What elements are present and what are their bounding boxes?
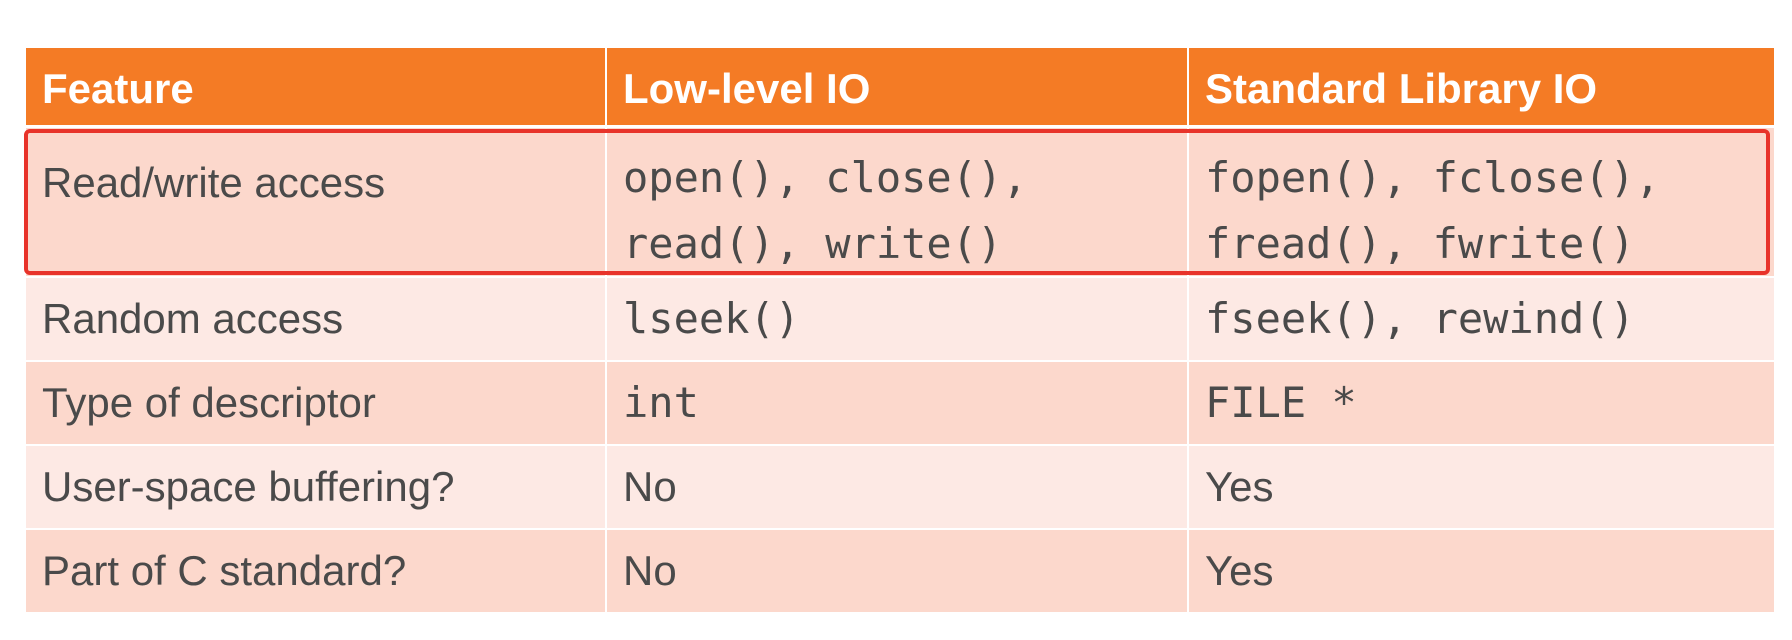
table-row-read-write: Read/write access open(), close(), read()… [26, 128, 1774, 276]
low-level-line: open(), close(), [623, 153, 1028, 202]
table-header-row: Feature Low-level IO Standard Library IO [26, 48, 1774, 128]
stdlib-cell: fopen(), fclose(), fread(), fwrite() [1189, 128, 1774, 276]
stdlib-cell: fseek(), rewind() [1205, 294, 1635, 343]
low-level-cell: int [607, 362, 1189, 444]
low-level-cell: No [607, 530, 1189, 612]
comparison-table: Feature Low-level IO Standard Library IO… [26, 48, 1774, 612]
feature-cell: Read/write access [26, 128, 607, 276]
stdlib-cell: Yes [1205, 547, 1274, 594]
header-standard-library-io: Standard Library IO [1205, 65, 1598, 112]
feature-cell: Random access [26, 278, 607, 360]
low-level-line: read(), write() [623, 219, 1003, 268]
stdlib-cell: FILE * [1205, 378, 1357, 427]
low-level-cell: open(), close(), read(), write() [607, 128, 1189, 276]
table-row-buffering: User-space buffering? No Yes [26, 446, 1774, 528]
low-level-cell: lseek() [607, 278, 1189, 360]
low-level-cell: No [607, 446, 1189, 528]
stdlib-line: fopen(), fclose(), [1205, 153, 1661, 202]
feature-cell: User-space buffering? [26, 446, 607, 528]
feature-cell: Part of C standard? [26, 530, 607, 612]
feature-cell: Type of descriptor [26, 362, 607, 444]
header-low-level-io: Low-level IO [607, 48, 1189, 125]
table-row-random-access: Random access lseek() fseek(), rewind() [26, 278, 1774, 360]
table-row-c-standard: Part of C standard? No Yes [26, 530, 1774, 612]
stdlib-cell: Yes [1205, 463, 1274, 510]
stdlib-line: fread(), fwrite() [1205, 219, 1635, 268]
table-row-descriptor-type: Type of descriptor int FILE * [26, 362, 1774, 444]
header-feature: Feature [26, 48, 607, 125]
